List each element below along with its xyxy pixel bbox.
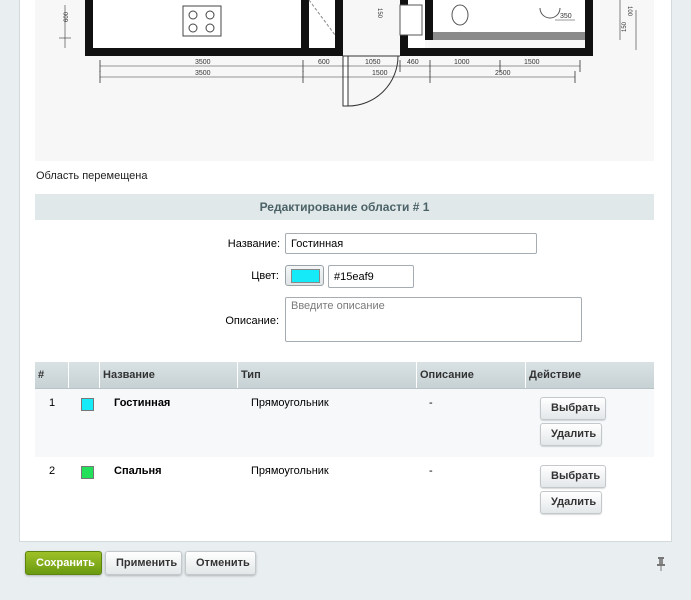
column-header-type: Тип [238, 362, 417, 388]
row-description: - [429, 397, 433, 409]
svg-text:460: 460 [407, 59, 419, 66]
svg-text:1500: 1500 [372, 70, 388, 77]
area-name-input[interactable] [285, 233, 537, 254]
pin-icon[interactable] [655, 557, 667, 574]
color-hex-input[interactable] [328, 265, 414, 288]
name-label: Название: [227, 238, 280, 250]
svg-text:1000: 1000 [454, 59, 470, 66]
column-header-name: Название [100, 362, 238, 388]
status-message: Область перемещена [36, 170, 148, 182]
edit-area-header: Редактирование области # 1 [35, 194, 654, 220]
table-row: 1 Гостинная Прямоугольник - Выбрать Удал… [35, 389, 654, 457]
svg-text:150: 150 [622, 21, 628, 32]
table-row: 2 Спальня Прямоугольник - Выбрать Удалит… [35, 457, 654, 525]
svg-text:150: 150 [376, 8, 382, 19]
row-name: Гостинная [114, 397, 171, 409]
row-color-swatch [81, 398, 94, 411]
cancel-button[interactable]: Отменить [185, 551, 256, 575]
svg-text:100: 100 [626, 6, 632, 17]
select-button[interactable]: Выбрать [540, 465, 606, 488]
svg-text:600: 600 [64, 11, 70, 22]
delete-button[interactable]: Удалить [540, 423, 602, 446]
areas-table: # Название Тип Описание Действие 1 Гости… [35, 362, 654, 525]
row-number: 2 [49, 465, 56, 477]
description-textarea[interactable] [285, 297, 582, 342]
row-type: Прямоугольник [251, 397, 329, 409]
description-label: Описание: [225, 315, 279, 327]
svg-text:3500: 3500 [195, 70, 211, 77]
svg-text:600: 600 [318, 59, 330, 66]
column-header-action: Действие [529, 369, 581, 381]
select-button[interactable]: Выбрать [540, 397, 606, 420]
svg-text:350: 350 [560, 13, 572, 20]
svg-text:3500: 3500 [195, 59, 211, 66]
delete-button[interactable]: Удалить [540, 491, 602, 514]
svg-text:1500: 1500 [524, 59, 540, 66]
row-color-swatch [81, 466, 94, 479]
save-button[interactable]: Сохранить [25, 551, 102, 575]
svg-text:1050: 1050 [365, 59, 381, 66]
column-header-description: Описание [417, 362, 526, 388]
color-label: Цвет: [251, 270, 279, 282]
apply-button[interactable]: Применить [105, 551, 182, 575]
table-header: # Название Тип Описание Действие [35, 362, 654, 389]
color-picker-button[interactable] [285, 265, 324, 286]
row-name: Спальня [114, 465, 162, 477]
column-header-number: # [35, 362, 69, 388]
row-description: - [429, 465, 433, 477]
floor-plan-image[interactable]: 600 100 150 350 150 3500 600 1050 460 10… [35, 0, 654, 161]
column-header-color [69, 362, 100, 388]
row-type: Прямоугольник [251, 465, 329, 477]
color-preview-swatch [291, 269, 320, 283]
floor-plan-drawing: 600 100 150 350 150 3500 600 1050 460 10… [59, 0, 637, 107]
svg-text:2500: 2500 [495, 70, 511, 77]
row-number: 1 [49, 397, 56, 409]
